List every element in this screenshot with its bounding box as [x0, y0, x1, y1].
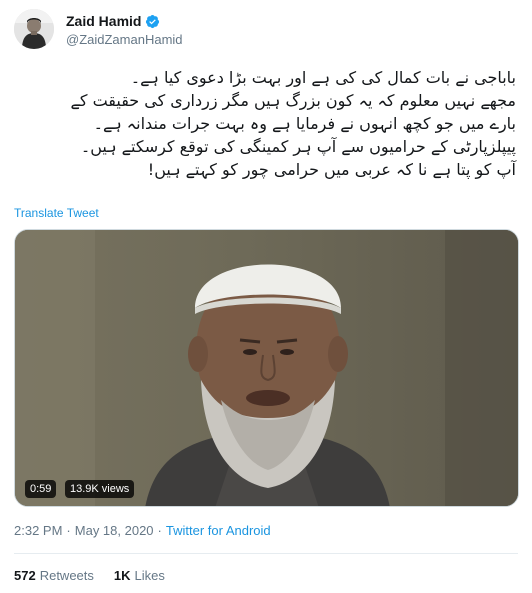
tweet-text-line: باباجی نے بات کمال کی کی ہے اور بہت بڑا …: [130, 68, 516, 87]
verified-badge-icon: [145, 14, 160, 29]
tweet-time[interactable]: 2:32 PM: [14, 523, 62, 538]
likes-stat[interactable]: 1K Likes: [114, 568, 165, 583]
author-handle[interactable]: @ZaidZamanHamid: [66, 32, 183, 47]
tweet-date[interactable]: May 18, 2020: [75, 523, 154, 538]
author-display-name[interactable]: Zaid Hamid: [66, 13, 141, 29]
retweets-stat[interactable]: 572 Retweets: [14, 568, 94, 583]
retweets-count: 572: [14, 568, 36, 583]
name-row: Zaid Hamid: [66, 12, 183, 31]
video-views-badge: 13.9K views: [65, 480, 135, 498]
tweet-text: باباجی نے بات کمال کی کی ہے اور بہت بڑا …: [14, 66, 516, 181]
tweet-text-line: پیپلزپارٹی کے حرامیوں سے آپ ہر کمینگی کی…: [80, 137, 516, 156]
tweet-header: Zaid Hamid @ZaidZamanHamid: [14, 9, 183, 49]
tweet-meta: 2:32 PM · May 18, 2020 · Twitter for And…: [14, 523, 271, 538]
tweet-text-line: مجھے نہیں معلوم کہ یہ کون بزرگ ہیں مگر ز…: [70, 91, 516, 110]
likes-label: Likes: [134, 568, 165, 583]
tweet-text-line: بارے میں جو کچھ انہوں نے فرمایا ہے وہ بہ…: [93, 114, 516, 133]
meta-separator: ·: [66, 523, 71, 538]
avatar[interactable]: [14, 9, 54, 49]
likes-count: 1K: [113, 568, 131, 583]
avatar-image: [14, 9, 54, 49]
retweets-label: Retweets: [39, 568, 94, 583]
video-player[interactable]: 0:59 13.9K views: [14, 229, 519, 507]
divider: [14, 553, 518, 554]
author-names: Zaid Hamid @ZaidZamanHamid: [66, 12, 183, 47]
tweet-text-line: آپ کو پتا ہے نا کہ عربی میں حرامی چور کو…: [147, 160, 516, 179]
tweet-stats: 572 Retweets 1K Likes: [14, 568, 185, 583]
video-duration-badge: 0:59: [25, 480, 57, 498]
translate-tweet-link[interactable]: Translate Tweet: [14, 206, 99, 220]
meta-separator: ·: [157, 523, 162, 538]
video-frame-image: [15, 230, 518, 506]
tweet-card: Zaid Hamid @ZaidZamanHamid باباجی نے بات…: [0, 0, 532, 593]
tweet-source-link[interactable]: Twitter for Android: [166, 523, 271, 538]
